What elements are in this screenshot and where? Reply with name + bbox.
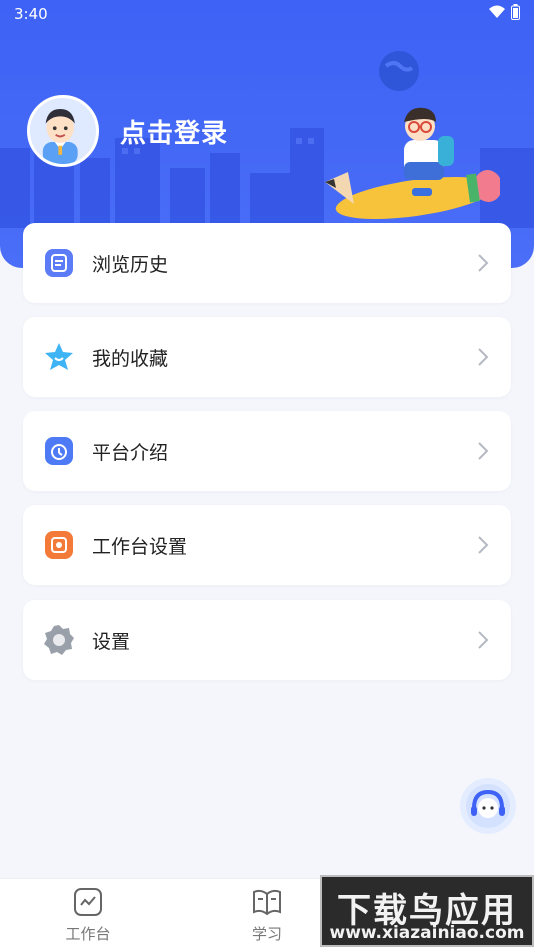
chevron-right-icon bbox=[478, 254, 489, 272]
kid-on-pencil-illustration bbox=[325, 107, 500, 220]
history-icon bbox=[45, 249, 73, 277]
chevron-right-icon bbox=[478, 348, 489, 366]
tab-label: 工作台 bbox=[65, 925, 111, 943]
menu-item-label: 设置 bbox=[92, 631, 131, 653]
globe-illustration bbox=[379, 51, 419, 91]
watermark: 下载鸟应用 www.xiazainiao.com bbox=[320, 875, 534, 947]
menu-item-favorites[interactable]: 我的收藏 bbox=[23, 317, 511, 397]
headset-icon bbox=[466, 784, 510, 828]
info-icon bbox=[45, 437, 73, 465]
battery-icon bbox=[511, 4, 520, 20]
status-bar: 3:40 bbox=[0, 0, 534, 28]
tab-workbench[interactable]: 工作台 bbox=[48, 887, 128, 947]
workbench-icon bbox=[74, 888, 102, 916]
workbench-settings-icon bbox=[45, 531, 73, 559]
wifi-icon bbox=[489, 5, 505, 18]
customer-service-button[interactable] bbox=[460, 778, 516, 834]
menu-item-history[interactable]: 浏览历史 bbox=[23, 223, 511, 303]
menu-item-label: 我的收藏 bbox=[92, 348, 169, 370]
tab-study[interactable]: 学习 bbox=[227, 887, 307, 947]
menu-item-settings[interactable]: 设置 bbox=[23, 600, 511, 680]
login-prompt[interactable]: 点击登录 bbox=[120, 113, 228, 150]
menu-item-label: 平台介绍 bbox=[92, 442, 169, 464]
status-time: 3:40 bbox=[14, 5, 48, 23]
menu-item-label: 工作台设置 bbox=[92, 536, 188, 558]
star-icon bbox=[45, 343, 73, 370]
book-icon bbox=[253, 889, 281, 916]
chevron-right-icon bbox=[478, 442, 489, 460]
gear-icon bbox=[44, 625, 74, 655]
chevron-right-icon bbox=[478, 536, 489, 554]
avatar-boy-icon bbox=[30, 98, 91, 164]
chevron-right-icon bbox=[478, 631, 489, 649]
watermark-url: www.xiazainiao.com bbox=[329, 923, 525, 943]
menu-item-workbench-settings[interactable]: 工作台设置 bbox=[23, 505, 511, 585]
avatar[interactable] bbox=[27, 95, 99, 167]
menu-item-label: 浏览历史 bbox=[92, 254, 169, 276]
tab-label: 学习 bbox=[251, 925, 282, 943]
menu-item-platform-intro[interactable]: 平台介绍 bbox=[23, 411, 511, 491]
